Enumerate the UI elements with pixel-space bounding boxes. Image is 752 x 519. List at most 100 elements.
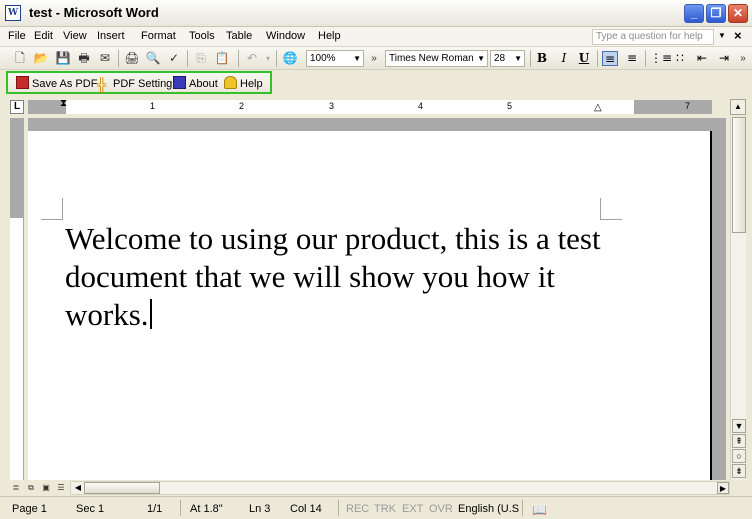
menu-file[interactable]: File bbox=[8, 30, 26, 42]
zoom-value: 100% bbox=[310, 53, 336, 64]
outline-view-icon[interactable]: ☰ bbox=[55, 482, 67, 494]
next-page-icon[interactable]: ⇟ bbox=[732, 464, 746, 478]
menu-bar: File Edit View Insert Format Tools Table… bbox=[0, 27, 752, 47]
font-size-select[interactable]: 28 ▼ bbox=[490, 50, 525, 67]
scroll-left-icon[interactable]: ◀ bbox=[72, 482, 84, 494]
menu-tools[interactable]: Tools bbox=[189, 30, 215, 42]
status-ext[interactable]: EXT bbox=[402, 503, 423, 515]
pdf-setting-label: PDF Setting bbox=[113, 78, 173, 90]
previous-page-icon[interactable]: ⇞ bbox=[732, 434, 746, 448]
document-text[interactable]: Welcome to using our product, this is a … bbox=[65, 220, 625, 334]
format-options-icon[interactable]: » bbox=[735, 51, 751, 66]
scroll-down-icon[interactable]: ▼ bbox=[732, 419, 746, 433]
scroll-right-icon[interactable]: ▶ bbox=[717, 482, 729, 494]
ruler-number: 4 bbox=[418, 101, 424, 111]
email-icon[interactable]: ✉ bbox=[97, 51, 113, 66]
toolbar-options-icon[interactable]: » bbox=[366, 51, 382, 66]
toolbar-separator bbox=[187, 50, 188, 67]
normal-view-icon[interactable]: ≣ bbox=[10, 482, 22, 494]
menu-insert-label: Insert bbox=[97, 30, 125, 42]
menu-table[interactable]: Table bbox=[226, 30, 252, 42]
print-icon[interactable]: 🖨 bbox=[124, 51, 140, 66]
status-page: Page 1 bbox=[12, 503, 47, 515]
close-window-button[interactable]: ✕ bbox=[728, 4, 748, 23]
bullets-icon[interactable]: ∷ bbox=[672, 51, 688, 66]
new-document-icon[interactable]: 🗋 bbox=[12, 51, 28, 66]
open-folder-icon[interactable]: 📂 bbox=[33, 51, 49, 66]
menu-insert[interactable]: Insert bbox=[97, 30, 125, 42]
print-layout-icon[interactable]: ▣ bbox=[40, 482, 52, 494]
horizontal-scrollbar[interactable] bbox=[70, 481, 730, 495]
status-line: Ln 3 bbox=[249, 503, 271, 515]
vertical-scrollbar[interactable]: ▼ ⇞ ○ ⇟ bbox=[730, 117, 746, 480]
permission-icon[interactable]: 🖶 bbox=[76, 51, 92, 66]
increase-indent-icon[interactable]: ⇥ bbox=[716, 51, 732, 66]
save-as-pdf-label: Save As PDF bbox=[32, 78, 98, 90]
undo-dropdown-icon[interactable]: ▾ bbox=[260, 51, 276, 66]
menu-tools-label: Tools bbox=[189, 30, 215, 42]
pdf-setting-button[interactable]: ╬ PDF Setting bbox=[97, 76, 172, 92]
toolbar-separator bbox=[597, 50, 598, 67]
copy-icon[interactable]: ⎘ bbox=[193, 51, 209, 66]
help-dropdown-arrow-icon[interactable]: ▼ bbox=[718, 31, 726, 40]
ruler-number: 3 bbox=[329, 101, 335, 111]
font-select[interactable]: Times New Roman ▼ bbox=[385, 50, 488, 67]
zoom-select[interactable]: 100% ▼ bbox=[306, 50, 364, 67]
spelling-icon[interactable]: ✓ bbox=[166, 51, 182, 66]
menu-format[interactable]: Format bbox=[141, 30, 176, 42]
save-icon[interactable]: 💾 bbox=[55, 51, 71, 66]
vertical-scroll-thumb[interactable] bbox=[732, 117, 746, 233]
horizontal-scroll-thumb[interactable] bbox=[84, 482, 160, 494]
minimize-button[interactable]: _ bbox=[684, 4, 704, 23]
menu-format-label: Format bbox=[141, 30, 176, 42]
numbering-icon[interactable]: ⋮≡ bbox=[650, 51, 672, 66]
print-preview-icon[interactable]: 🔍 bbox=[145, 51, 161, 66]
italic-button[interactable]: I bbox=[556, 51, 572, 66]
ruler-number: 5 bbox=[507, 101, 513, 111]
status-separator bbox=[180, 500, 181, 516]
vertical-ruler-margin bbox=[10, 118, 24, 218]
align-left-icon[interactable]: ≡ bbox=[602, 51, 618, 66]
status-trk[interactable]: TRK bbox=[374, 503, 396, 515]
text-cursor bbox=[149, 299, 152, 329]
menu-edit-label: Edit bbox=[34, 30, 53, 42]
pdf-help-button[interactable]: Help bbox=[224, 76, 263, 92]
toolbar-separator bbox=[118, 50, 119, 67]
menu-help[interactable]: Help bbox=[318, 30, 341, 42]
browse-object-icon[interactable]: ○ bbox=[732, 449, 746, 463]
horizontal-ruler[interactable]: 1 2 3 4 5 7 ⧗ △ bbox=[28, 98, 712, 114]
vertical-ruler[interactable] bbox=[10, 118, 24, 480]
close-document-icon[interactable]: × bbox=[734, 28, 742, 43]
spelling-status-icon[interactable]: 📖 bbox=[532, 503, 547, 517]
hyperlink-icon[interactable]: 🌐 bbox=[282, 51, 298, 66]
save-as-pdf-button[interactable]: Save As PDF bbox=[16, 76, 97, 92]
undo-icon[interactable]: ↶ bbox=[244, 51, 260, 66]
status-rec[interactable]: REC bbox=[346, 503, 369, 515]
about-button[interactable]: About bbox=[173, 76, 218, 92]
status-page-count: 1/1 bbox=[147, 503, 163, 515]
first-line-indent-marker[interactable]: ⧗ bbox=[60, 98, 67, 109]
menu-window[interactable]: Window bbox=[266, 30, 305, 42]
toolbar-separator bbox=[530, 50, 531, 67]
document-page[interactable]: Welcome to using our product, this is a … bbox=[28, 131, 712, 480]
menu-view[interactable]: View bbox=[63, 30, 87, 42]
right-indent-marker[interactable]: △ bbox=[594, 102, 602, 113]
decrease-indent-icon[interactable]: ⇤ bbox=[694, 51, 710, 66]
title-bar[interactable]: W test - Microsoft Word _ ❐ ✕ bbox=[0, 0, 752, 27]
underline-button[interactable]: U bbox=[576, 51, 592, 66]
scroll-up-icon[interactable]: ▲ bbox=[730, 99, 746, 115]
word-app-icon[interactable]: W bbox=[5, 5, 21, 21]
align-center-icon[interactable]: ≡ bbox=[624, 51, 640, 66]
paste-icon[interactable]: 📋 bbox=[214, 51, 230, 66]
pdf-toolbar: Save As PDF ╬ PDF Setting About Help bbox=[6, 71, 272, 94]
pdf-help-label: Help bbox=[240, 78, 263, 90]
help-question-input[interactable]: Type a question for help bbox=[592, 29, 714, 45]
status-ovr[interactable]: OVR bbox=[429, 503, 453, 515]
restore-button[interactable]: ❐ bbox=[706, 4, 726, 23]
status-bar: Page 1 Sec 1 1/1 At 1.8" Ln 3 Col 14 REC… bbox=[0, 496, 752, 519]
bold-button[interactable]: B bbox=[534, 51, 550, 66]
menu-table-label: Table bbox=[226, 30, 253, 42]
tab-selector[interactable]: L bbox=[10, 100, 24, 114]
web-layout-icon[interactable]: ⧉ bbox=[25, 482, 37, 494]
menu-edit[interactable]: Edit bbox=[34, 30, 53, 42]
